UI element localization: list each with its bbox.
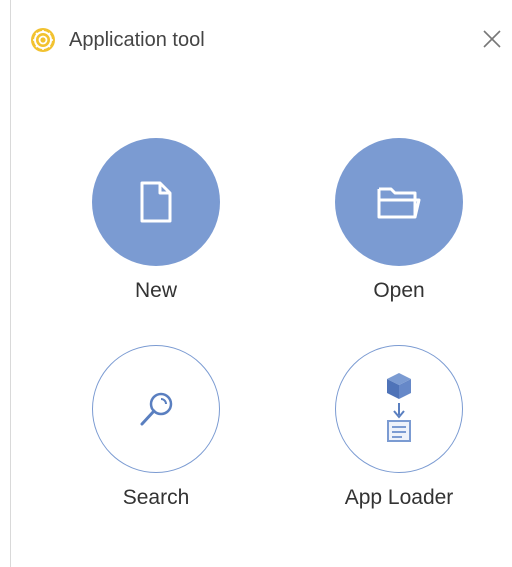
- new-file-icon: [140, 181, 172, 223]
- close-icon[interactable]: [481, 28, 503, 50]
- folder-open-icon: [377, 187, 421, 219]
- app-loader-icon: [387, 373, 411, 442]
- open-label: Open: [373, 279, 425, 302]
- application-tool-window: Application tool New Open Search App Loa…: [10, 0, 512, 567]
- app-logo-icon: [31, 28, 55, 52]
- title-bar: Application tool: [11, 0, 512, 80]
- window-title: Application tool: [69, 29, 205, 51]
- new-label: New: [134, 279, 177, 302]
- app-loader-circle[interactable]: [335, 345, 463, 473]
- new-button[interactable]: New: [67, 138, 247, 338]
- app-loader-button[interactable]: App Loader: [310, 345, 490, 545]
- search-button[interactable]: Search: [67, 345, 247, 545]
- app-loader-label: App Loader: [344, 486, 454, 509]
- open-circle[interactable]: [335, 138, 463, 266]
- search-icon: [140, 392, 173, 426]
- search-circle[interactable]: [92, 345, 220, 473]
- open-button[interactable]: Open: [310, 138, 490, 338]
- search-label: Search: [122, 486, 190, 509]
- new-circle[interactable]: [92, 138, 220, 266]
